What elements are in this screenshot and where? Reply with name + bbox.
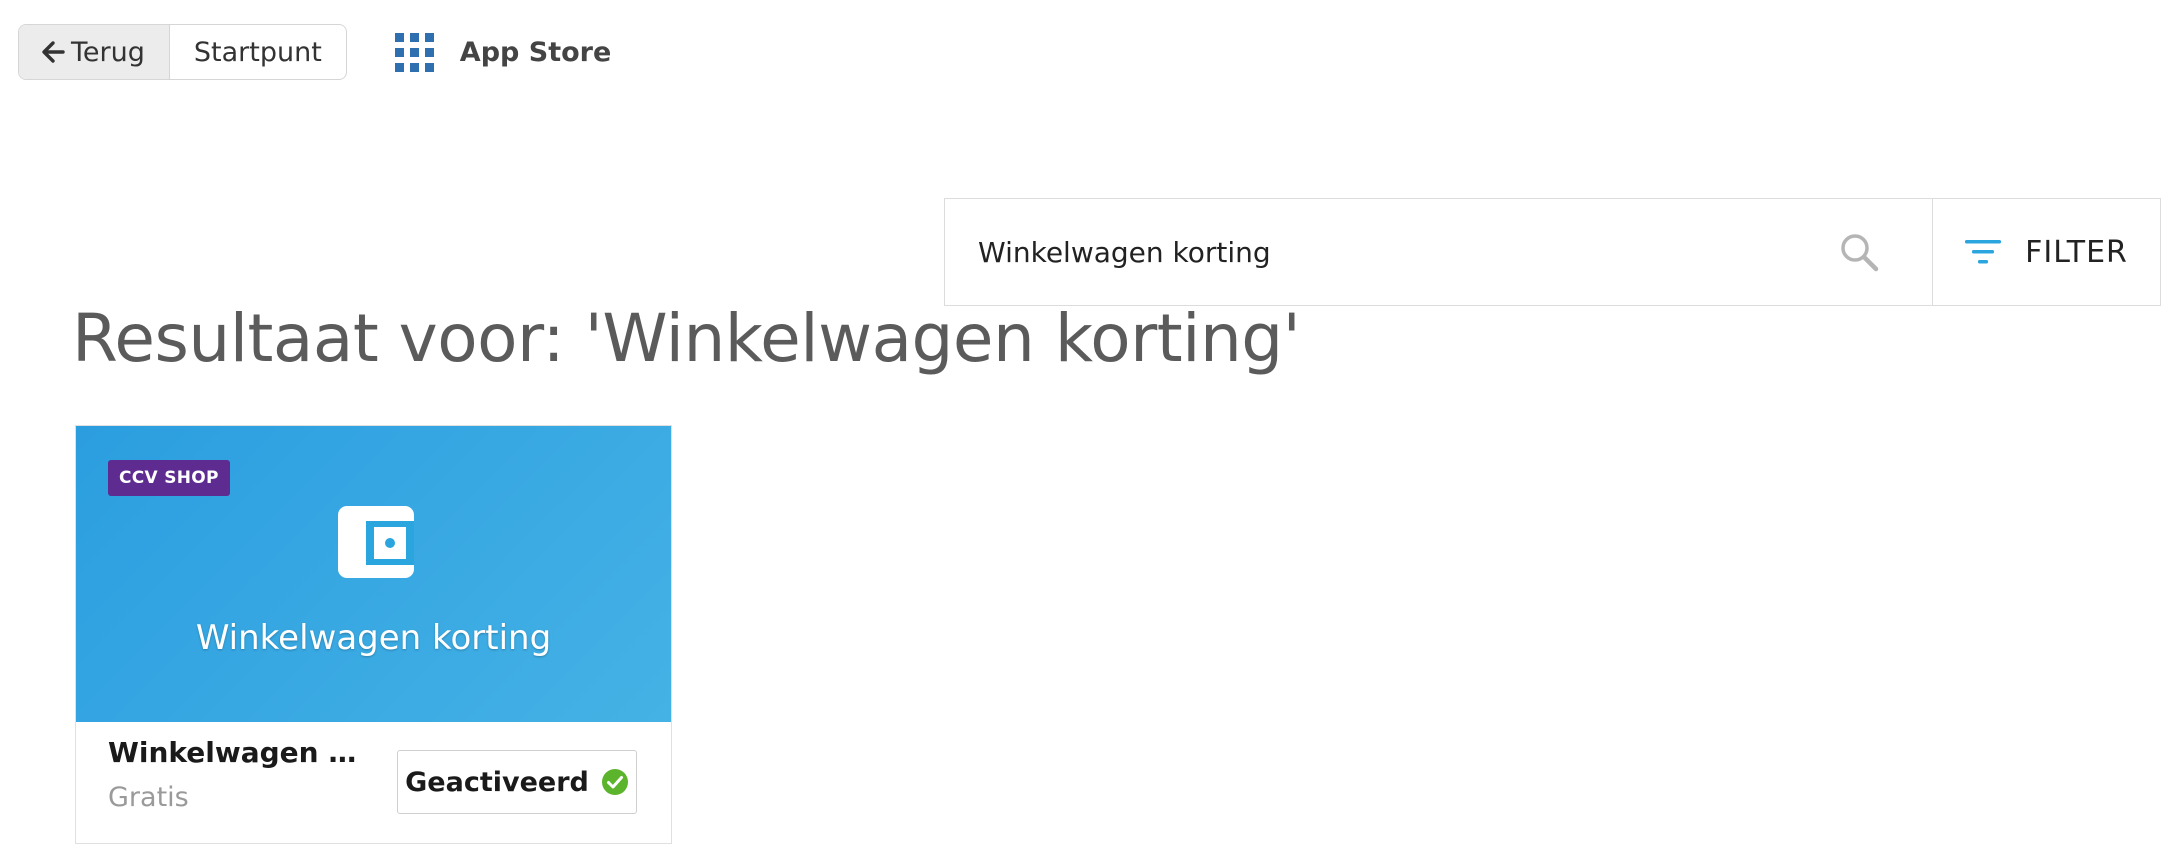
- activated-status-button[interactable]: Geactiveerd: [397, 750, 637, 814]
- app-card-price: Gratis: [108, 782, 189, 813]
- back-button[interactable]: Terug: [19, 25, 169, 79]
- app-card: CCV SHOP Winkelwagen korting Winkelwagen…: [75, 425, 672, 844]
- wallet-icon: [338, 506, 414, 578]
- results-heading: Resultaat voor: 'Winkelwagen korting': [72, 300, 1301, 377]
- top-navigation: Terug Startpunt App Store: [18, 24, 611, 80]
- app-card-name[interactable]: Winkelwagen kor...: [108, 736, 368, 769]
- home-button-label: Startpunt: [193, 36, 322, 68]
- shop-badge: CCV SHOP: [108, 460, 230, 496]
- filter-button[interactable]: FILTER: [1932, 199, 2160, 305]
- arrow-left-icon: [41, 40, 65, 64]
- filter-button-label: FILTER: [2025, 234, 2128, 270]
- home-button[interactable]: Startpunt: [168, 25, 346, 79]
- search-input-wrapper: [945, 199, 1932, 305]
- check-circle-icon: [601, 769, 628, 795]
- grid-icon: [394, 32, 434, 72]
- app-card-banner[interactable]: CCV SHOP Winkelwagen korting: [76, 426, 671, 722]
- app-card-footer: Winkelwagen kor... Gratis Geactiveerd: [76, 722, 671, 843]
- filter-icon: [1965, 240, 2002, 264]
- appstore-label: App Store: [459, 36, 612, 68]
- search-input[interactable]: [945, 199, 1932, 305]
- search-bar: FILTER: [944, 198, 2161, 306]
- search-icon[interactable]: [1838, 231, 1880, 273]
- app-card-banner-title: Winkelwagen korting: [195, 618, 552, 658]
- appstore-link[interactable]: App Store: [394, 32, 612, 72]
- back-button-label: Terug: [71, 36, 145, 68]
- nav-button-group: Terug Startpunt: [18, 24, 347, 80]
- status-label: Geactiveerd: [405, 766, 589, 798]
